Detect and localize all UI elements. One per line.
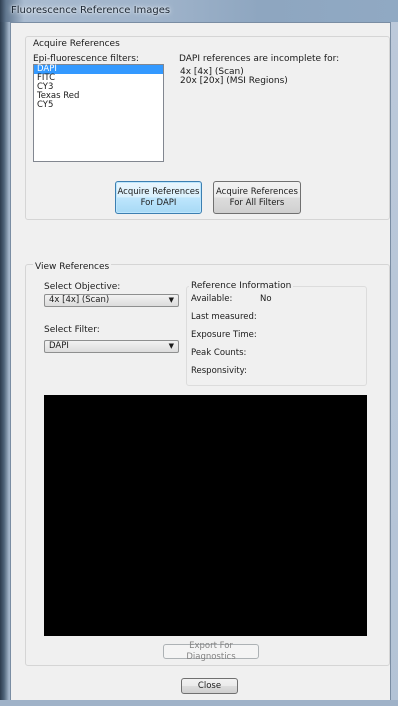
acquire-references-label: Acquire References	[33, 39, 120, 49]
list-item-texas-red[interactable]: Texas Red	[34, 92, 163, 101]
responsivity-label: Responsivity:	[191, 366, 247, 376]
list-item-fitc[interactable]: FITC	[34, 74, 163, 83]
app-window: Fluorescence Reference Images Acquire Re…	[0, 0, 398, 706]
close-button[interactable]: Close	[181, 678, 238, 694]
reference-information-label: Reference Information	[189, 281, 294, 291]
acquire-all-line2: For All Filters	[229, 197, 285, 208]
exposure-time-label: Exposure Time:	[191, 330, 257, 340]
select-objective-label: Select Objective:	[44, 282, 121, 292]
window-frame-left	[0, 22, 10, 706]
filters-listbox[interactable]: DAPI FITC CY3 Texas Red CY5	[33, 64, 164, 162]
available-value: No	[260, 294, 272, 304]
epi-filters-label: Epi-fluorescence filters:	[33, 54, 139, 64]
acquire-dapi-button[interactable]: Acquire References For DAPI	[115, 181, 202, 214]
title-bar[interactable]: Fluorescence Reference Images	[0, 0, 398, 22]
chevron-down-icon: ▼	[168, 296, 174, 304]
close-label: Close	[197, 680, 222, 691]
last-measured-label: Last measured:	[191, 312, 257, 322]
select-filter-label: Select Filter:	[44, 325, 100, 335]
objective-select[interactable]: 4x [4x] (Scan) ▼	[44, 294, 179, 307]
window-title: Fluorescence Reference Images	[11, 5, 171, 16]
export-diagnostics-label: Export For Diagnostics	[186, 640, 236, 662]
acquire-all-filters-button[interactable]: Acquire References For All Filters	[213, 181, 301, 214]
export-diagnostics-button[interactable]: Export For Diagnostics	[163, 641, 259, 662]
objective-value: 4x [4x] (Scan)	[49, 295, 110, 305]
incomplete-item-20x: 20x [20x] (MSI Regions)	[180, 76, 288, 86]
view-references-label: View References	[33, 262, 112, 272]
chevron-down-icon: ▼	[168, 342, 174, 350]
acquire-dapi-line1: Acquire References	[117, 186, 200, 197]
list-item-cy5[interactable]: CY5	[34, 101, 163, 110]
filter-value: DAPI	[49, 341, 69, 351]
incomplete-references-label: DAPI references are incomplete for:	[179, 54, 340, 64]
acquire-dapi-line2: For DAPI	[140, 197, 177, 208]
peak-counts-label: Peak Counts:	[191, 348, 247, 358]
filter-select[interactable]: DAPI ▼	[44, 340, 179, 353]
acquire-all-line1: Acquire References	[216, 186, 298, 197]
window-frame-bottom	[0, 700, 398, 706]
available-label: Available:	[191, 294, 233, 304]
reference-image-view	[44, 395, 367, 636]
